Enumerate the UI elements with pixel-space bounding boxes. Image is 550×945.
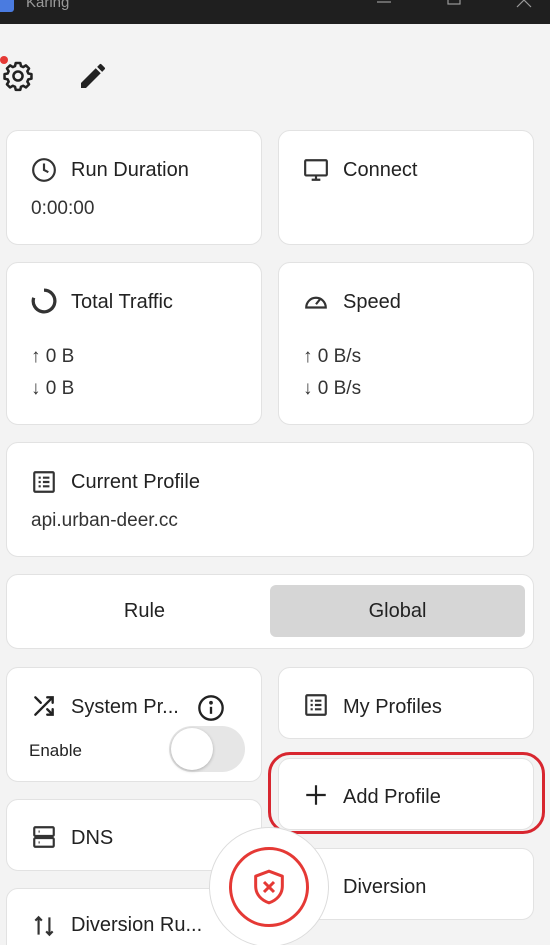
system-proxy-card: System Pr... Enable xyxy=(6,667,262,782)
my-profiles-title: My Profiles xyxy=(343,696,442,718)
speed-upload: ↑ 0 B/s xyxy=(303,346,362,367)
my-profiles-card[interactable]: My Profiles xyxy=(278,667,534,739)
total-traffic-download: ↓ 0 B xyxy=(31,378,75,399)
speed-title: Speed xyxy=(343,291,401,313)
speed-card[interactable]: Speed ↑ 0 B/s ↓ 0 B/s xyxy=(278,262,534,425)
total-traffic-title: Total Traffic xyxy=(71,291,173,313)
list-icon xyxy=(31,469,57,495)
gear-icon[interactable] xyxy=(0,58,36,94)
run-duration-value: 0:00:00 xyxy=(31,198,95,219)
monitor-icon xyxy=(303,157,329,183)
list-icon xyxy=(303,692,329,718)
close-icon[interactable] xyxy=(514,0,534,16)
system-proxy-title: System Pr... xyxy=(71,696,179,718)
highlight-annotation xyxy=(268,752,545,834)
maximize-icon[interactable] xyxy=(444,0,464,16)
gauge-icon xyxy=(303,288,329,314)
info-icon[interactable] xyxy=(197,694,225,722)
diversion-rules-title: Diversion Ru... xyxy=(71,914,203,936)
app-logo-icon xyxy=(0,0,14,12)
connect-card[interactable]: Connect xyxy=(278,130,534,245)
diversion-title: Diversion xyxy=(343,876,427,898)
mode-rule-button[interactable]: Rule xyxy=(27,585,262,637)
run-duration-title: Run Duration xyxy=(71,159,189,181)
minimize-icon[interactable] xyxy=(374,0,394,16)
speed-download: ↓ 0 B/s xyxy=(303,378,362,399)
pencil-icon[interactable] xyxy=(75,58,111,94)
window-title: Karing xyxy=(26,0,70,11)
current-profile-value: api.urban-deer.cc xyxy=(31,510,178,531)
toggle-knob xyxy=(171,728,213,770)
sort-icon xyxy=(31,913,57,939)
total-traffic-card[interactable]: Total Traffic ↑ 0 B ↓ 0 B xyxy=(6,262,262,425)
connect-toggle-button[interactable] xyxy=(209,827,329,945)
mode-selector: Rule Global xyxy=(6,574,534,649)
total-traffic-upload: ↑ 0 B xyxy=(31,346,75,367)
clock-icon xyxy=(31,157,57,183)
shield-x-icon xyxy=(229,847,309,927)
dns-title: DNS xyxy=(71,827,114,849)
system-proxy-toggle[interactable] xyxy=(169,726,245,772)
system-proxy-enable-label: Enable xyxy=(29,741,82,760)
server-icon xyxy=(31,824,57,850)
current-profile-title: Current Profile xyxy=(71,471,200,493)
title-bar: Karing xyxy=(0,0,550,24)
connect-title: Connect xyxy=(343,159,418,181)
current-profile-card[interactable]: Current Profile api.urban-deer.cc xyxy=(6,442,534,557)
shuffle-icon xyxy=(31,693,57,719)
run-duration-card[interactable]: Run Duration 0:00:00 xyxy=(6,130,262,245)
donut-icon xyxy=(31,288,57,314)
mode-global-button[interactable]: Global xyxy=(270,585,525,637)
